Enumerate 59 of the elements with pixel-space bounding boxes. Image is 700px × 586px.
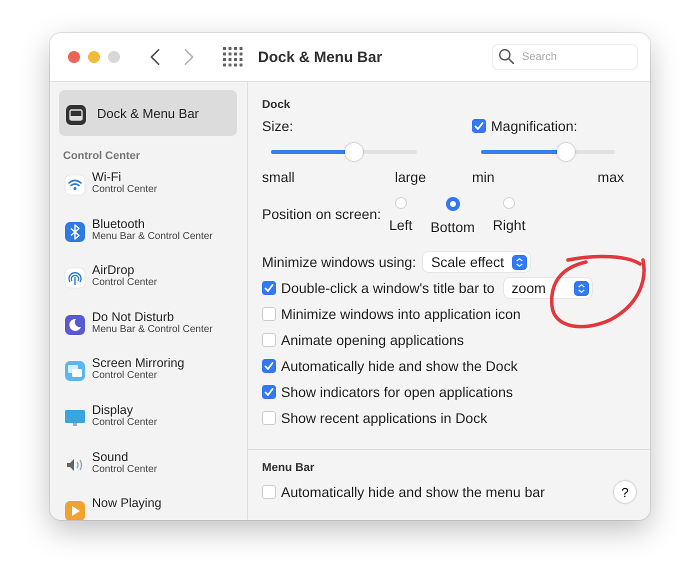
close-window-button[interactable] (68, 51, 80, 63)
checkbox-label: Animate opening applications (281, 332, 464, 348)
checkbox-label: Show indicators for open applications (281, 384, 513, 400)
checkbox-label: Show recent applications in Dock (281, 410, 488, 426)
dock-icon (65, 104, 87, 126)
bluetooth-icon (64, 220, 86, 243)
checkbox-label: Automatically hide and show the menu bar (281, 484, 545, 500)
checkbox[interactable] (262, 281, 276, 295)
moon-icon (64, 314, 86, 336)
search-field[interactable]: Search (492, 44, 638, 70)
radio-button[interactable] (446, 197, 460, 211)
section-heading: Control Center (63, 150, 141, 162)
minimize-label: Minimize windows using: (262, 254, 416, 270)
sidebar-item-subtitle: Control Center (92, 184, 158, 195)
sidebar-item-title[interactable]: Bluetooth (92, 216, 213, 231)
action-dropdown[interactable]: zoom (504, 278, 592, 298)
stepper-icon (512, 254, 527, 270)
sidebar-item[interactable]: Dock & Menu Bar (59, 90, 237, 136)
mirroring-icon (64, 360, 86, 382)
sidebar-item-subtitle: Control Center (92, 464, 158, 475)
sidebar-item-title[interactable]: Wi-Fi (92, 170, 158, 184)
sidebar-item-title[interactable]: AirDrop (92, 263, 158, 278)
sidebar-item-title[interactable]: Screen Mirroring (92, 356, 184, 370)
radio-label: Right (492, 217, 526, 233)
effect-dropdown[interactable]: Scale effect (423, 252, 530, 272)
back-chevron-icon[interactable] (149, 48, 161, 66)
grid-icon[interactable] (223, 47, 243, 67)
slider-max-label: max (598, 169, 624, 185)
slider-min-label: min (472, 169, 495, 185)
checkbox[interactable] (262, 385, 276, 399)
checkbox[interactable] (472, 119, 486, 133)
checkbox-label: Double-click a window's title bar to (281, 280, 495, 296)
sidebar-item-subtitle: Menu Bar & Control Center (92, 324, 213, 335)
airdrop-icon (64, 267, 86, 290)
radio-label: Bottom (430, 219, 475, 235)
slider-min-label: small (262, 169, 295, 185)
wifi-icon (64, 174, 86, 196)
checkbox-label: Magnification: (491, 118, 578, 134)
checkbox-label: Automatically hide and show the Dock (281, 358, 518, 374)
sidebar-item-title[interactable]: Sound (92, 450, 158, 464)
sidebar-item-title[interactable]: Now Playing (92, 496, 162, 510)
checkbox-label: Minimize windows into application icon (281, 306, 521, 322)
help-button[interactable]: ? (614, 481, 636, 503)
sidebar-item-subtitle: Control Center (92, 370, 158, 382)
section-heading: Dock (262, 99, 292, 111)
sidebar-item-subtitle: Control Center (92, 416, 158, 428)
sidebar-item-title[interactable]: Display (92, 402, 158, 417)
stepper-icon (574, 280, 589, 296)
checkbox[interactable] (262, 359, 276, 373)
sidebar-item-title[interactable]: Do Not Disturb (92, 310, 213, 324)
size-label: Size: (262, 118, 294, 134)
position-label: Position on screen: (262, 206, 382, 222)
section-heading: Menu Bar (262, 462, 316, 474)
window-title: Dock & Menu Bar (258, 48, 382, 66)
radio-label: Left (389, 217, 412, 233)
slider-max-label: large (394, 169, 426, 185)
sidebar-item-subtitle: Menu Bar & Control Center (92, 230, 213, 242)
sidebar-item-subtitle: Control Center (92, 277, 158, 288)
minimize-window-button[interactable] (88, 51, 100, 63)
